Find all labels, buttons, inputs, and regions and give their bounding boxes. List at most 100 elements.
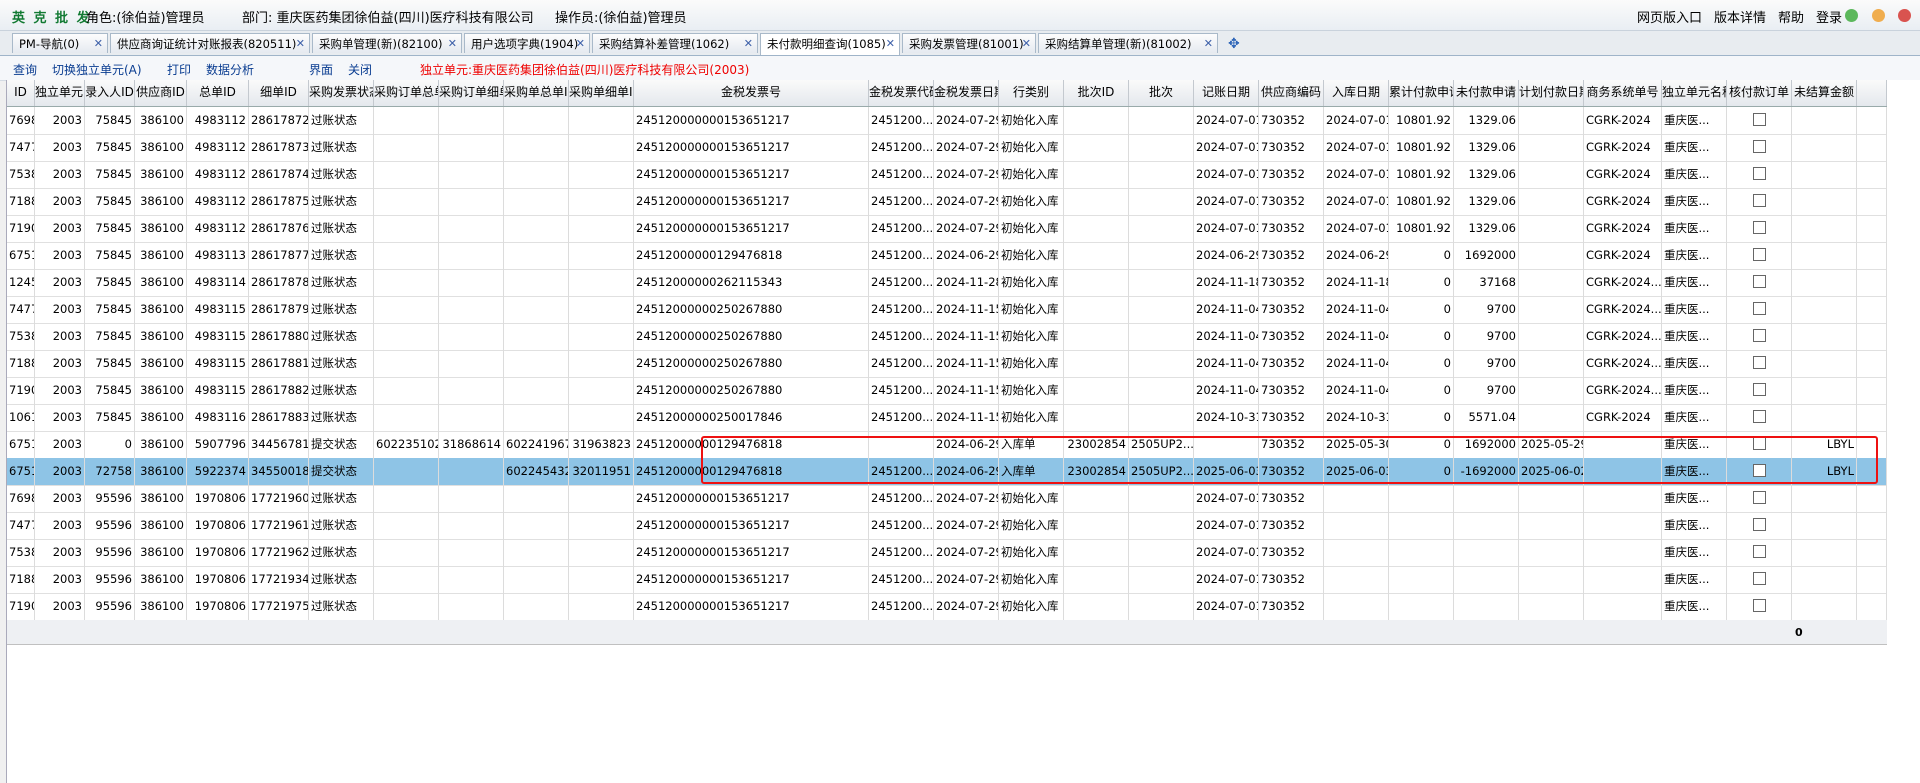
column-header[interactable]: 独立单元ID <box>35 80 85 106</box>
table-cell: 2024-11-28 <box>934 269 999 296</box>
column-header[interactable]: 采购单总单ID <box>504 80 569 106</box>
close-icon[interactable]: ✕ <box>886 34 895 54</box>
table-row[interactable]: 74771200375845386100498311528617879过账状态 2… <box>7 296 1887 324</box>
tab-purchase-order[interactable]: 采购单管理(新)(82100) ✕ <box>312 33 462 53</box>
close-icon[interactable]: ✕ <box>448 34 457 53</box>
table-row[interactable]: 67514200375845386100498311328617877过账状态 2… <box>7 242 1887 270</box>
tab-settlement-diff[interactable]: 采购结算补差管理(1062) ✕ <box>592 33 758 53</box>
column-header[interactable]: 采购单细单ID <box>569 80 634 106</box>
column-header[interactable]: 累计付款申请 <box>1389 80 1454 106</box>
column-header[interactable]: 金税发票日期 <box>934 80 999 106</box>
tab-user-options[interactable]: 用户选项字典(1904) ✕ <box>464 33 590 53</box>
column-header[interactable]: 采购发票状态 <box>309 80 374 106</box>
checkbox[interactable] <box>1752 113 1766 126</box>
maximize-icon[interactable] <box>1872 9 1885 22</box>
table-row[interactable]: 10610200375845386100498311628617883过账状态 2… <box>7 404 1887 432</box>
checkbox[interactable] <box>1752 545 1766 558</box>
checkbox[interactable] <box>1752 302 1766 315</box>
interface-button[interactable]: 界面 <box>309 61 333 78</box>
column-header[interactable]: 金税发票代码 <box>869 80 934 106</box>
add-tab-icon[interactable]: ✥ <box>1228 36 1240 52</box>
table-row[interactable]: 75389200375845386100498311528617880过账状态 2… <box>7 323 1887 351</box>
table-row[interactable]: 71883200375845386100498311528617881过账状态 2… <box>7 350 1887 378</box>
column-header[interactable]: 金税发票号 <box>634 80 869 106</box>
table-row[interactable]: 75389200375845386100498311228617874过账状态 2… <box>7 161 1887 189</box>
column-header[interactable]: 记账日期 <box>1194 80 1259 106</box>
table-row[interactable]: 67514200372758386100592237434550018提交状态 6… <box>7 458 1887 486</box>
column-header[interactable] <box>1857 80 1887 106</box>
column-header[interactable]: 批次 <box>1129 80 1194 106</box>
column-header[interactable]: 批次ID <box>1064 80 1129 106</box>
table-cell: 过账状态 <box>309 593 374 620</box>
table-row[interactable]: 6751420030386100590779634456781提交状态60223… <box>7 431 1887 459</box>
checkbox[interactable] <box>1752 491 1766 504</box>
version-link[interactable]: 版本详情 <box>1714 7 1766 26</box>
tab-invoice[interactable]: 采购发票管理(81001) ✕ <box>902 33 1036 53</box>
table-row[interactable]: 12453200375845386100498311428617878过账状态 2… <box>7 269 1887 297</box>
close-window-icon[interactable] <box>1898 9 1911 22</box>
tab-pm-nav[interactable]: PM-导航(0) ✕ <box>12 33 108 53</box>
table-row[interactable]: 71883200375845386100498311228617875过账状态 2… <box>7 188 1887 216</box>
table-row[interactable]: 71904200375845386100498311528617882过账状态 2… <box>7 377 1887 405</box>
table-row[interactable]: 71904200375845386100498311228617876过账状态 2… <box>7 215 1887 243</box>
close-icon[interactable]: ✕ <box>1204 34 1213 53</box>
column-header[interactable]: 采购订单细单 <box>439 80 504 106</box>
column-header[interactable]: 采购订单总单 <box>374 80 439 106</box>
table-row[interactable]: 71904200395596386100197080617721975过账状态 2… <box>7 593 1887 621</box>
data-analysis-button[interactable]: 数据分析 <box>206 61 254 78</box>
column-header[interactable]: 独立单元名称 <box>1662 80 1727 106</box>
table-cell: CGRK-2024 <box>1584 107 1662 134</box>
column-header[interactable]: 未付款申请 <box>1454 80 1519 106</box>
login-link[interactable]: 登录 <box>1816 7 1842 26</box>
web-entry-link[interactable]: 网页版入口 <box>1637 7 1702 26</box>
column-header[interactable]: 行类别 <box>999 80 1064 106</box>
checkbox[interactable] <box>1752 410 1766 423</box>
table-cell: 245120000000153651217 <box>634 215 869 242</box>
print-button[interactable]: 打印 <box>167 61 191 78</box>
column-header[interactable]: 入库日期 <box>1324 80 1389 106</box>
table-row[interactable]: 75389200395596386100197080617721962过账状态 2… <box>7 539 1887 567</box>
tab-settlement-new[interactable]: 采购结算单管理(新)(81002) ✕ <box>1038 33 1218 53</box>
close-icon[interactable]: ✕ <box>94 34 103 53</box>
help-link[interactable]: 帮助 <box>1778 7 1804 26</box>
checkbox[interactable] <box>1752 275 1766 288</box>
column-header[interactable]: 录入人ID <box>85 80 135 106</box>
column-header[interactable]: 细单ID <box>249 80 309 106</box>
checkbox[interactable] <box>1752 356 1766 369</box>
close-icon[interactable]: ✕ <box>744 34 753 53</box>
column-header[interactable]: ID <box>7 80 35 106</box>
minimize-icon[interactable] <box>1845 9 1858 22</box>
checkbox[interactable] <box>1752 248 1766 261</box>
close-icon[interactable]: ✕ <box>576 34 585 53</box>
close-button[interactable]: 关闭 <box>348 61 372 78</box>
checkbox[interactable] <box>1752 572 1766 585</box>
close-icon[interactable]: ✕ <box>296 34 305 53</box>
checkbox[interactable] <box>1752 329 1766 342</box>
table-row[interactable]: 71883200395596386100197080617721934过账状态 2… <box>7 566 1887 594</box>
close-icon[interactable]: ✕ <box>1022 34 1031 53</box>
checkbox[interactable] <box>1752 167 1766 180</box>
tab-supplier-report[interactable]: 供应商询证统计对账报表(820511) ✕ <box>110 33 310 53</box>
checkbox[interactable] <box>1752 383 1766 396</box>
query-button[interactable]: 查询 <box>13 61 37 78</box>
column-header[interactable]: 核付款订单 <box>1727 80 1792 106</box>
checkbox[interactable] <box>1752 599 1766 612</box>
table-row[interactable]: 74771200395596386100197080617721961过账状态 2… <box>7 512 1887 540</box>
switch-unit-button[interactable]: 切换独立单元(A) <box>52 61 142 78</box>
checkbox[interactable] <box>1752 194 1766 207</box>
column-header[interactable]: 商务系统单号 <box>1584 80 1662 106</box>
column-header[interactable]: 供应商ID <box>135 80 187 106</box>
table-row[interactable]: 76988200375845386100498311228617872过账状态 2… <box>7 107 1887 135</box>
tab-unpaid-detail[interactable]: 未付款明细查询(1085) ✕ <box>760 33 900 55</box>
table-row[interactable]: 74771200375845386100498311228617873过账状态 2… <box>7 134 1887 162</box>
column-header[interactable]: 供应商编码 <box>1259 80 1324 106</box>
table-row[interactable]: 76988200395596386100197080617721960过账状态 2… <box>7 485 1887 513</box>
column-header[interactable]: 计划付款日期 <box>1519 80 1584 106</box>
checkbox[interactable] <box>1752 140 1766 153</box>
checkbox[interactable] <box>1752 437 1766 450</box>
column-header[interactable]: 总单ID <box>187 80 249 106</box>
checkbox[interactable] <box>1752 221 1766 234</box>
column-header[interactable]: 未结算金额 <box>1792 80 1857 106</box>
checkbox[interactable] <box>1752 518 1766 531</box>
checkbox[interactable] <box>1752 464 1766 477</box>
